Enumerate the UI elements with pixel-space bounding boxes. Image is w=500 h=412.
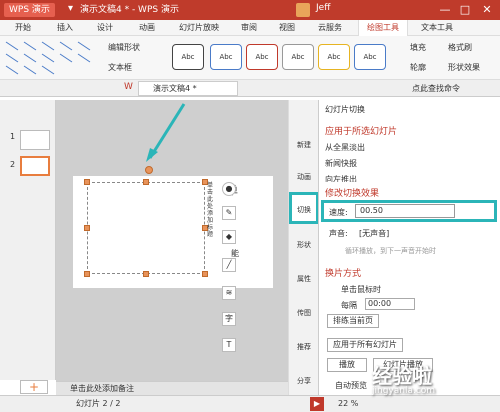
tab-animation[interactable]: 动画 (132, 20, 162, 36)
arrow-annotation-icon (146, 103, 186, 162)
nav-properties[interactable]: 属性 (289, 274, 319, 284)
format-brush-button[interactable]: 格式刷 (448, 42, 472, 53)
speed-label: 速度: (329, 208, 348, 217)
shape-style-4[interactable]: Abc (282, 44, 314, 70)
thumb-number-2: 2 (10, 160, 16, 169)
slide-thumbnail-1[interactable] (20, 130, 50, 150)
resize-handle[interactable] (84, 179, 90, 185)
shape-effect-button[interactable]: 形状效果 (448, 62, 480, 73)
maximize-button[interactable]: □ (456, 2, 474, 18)
nav-recommend[interactable]: 推荐 (289, 342, 319, 352)
fill-button[interactable]: 填充 (410, 42, 426, 53)
thumb-number-1: 1 (10, 132, 16, 141)
slide[interactable]: 单 单击此处添加标题 能 (73, 176, 273, 288)
apply-all-button[interactable]: 应用于所有幻灯片 (327, 338, 403, 352)
autopreview-checkbox[interactable]: 自动预览 (335, 380, 367, 391)
title-bar: WPS 演示 ▾ 演示文稿4 * - WPS 演示 Jeff — □ ✕ (0, 0, 500, 20)
close-button[interactable]: ✕ (478, 2, 496, 18)
resize-handle[interactable] (202, 271, 208, 277)
document-tab-bar: W 演示文稿4 * 点此查找命令 (0, 80, 500, 97)
avatar[interactable] (296, 3, 310, 17)
nav-transition[interactable]: 切换 (289, 192, 319, 224)
edit-shape-button[interactable]: 编辑形状 (108, 42, 140, 53)
side-nav: 新建 动画 切换 形状 属性 传图 推荐 分享 (288, 100, 319, 395)
every-input[interactable]: 00:00 (365, 298, 415, 310)
shape-style-3[interactable]: Abc (246, 44, 278, 70)
slide-counter: 幻灯片 2 / 2 (76, 399, 121, 408)
change-mode-heading: 换片方式 (325, 269, 362, 279)
minimize-button[interactable]: — (436, 2, 454, 18)
speed-input[interactable]: 00.50 (355, 204, 455, 218)
search-command-hint[interactable]: 点此查找命令 (412, 83, 460, 94)
sound-label: 声音: (329, 229, 348, 238)
rotate-handle[interactable] (145, 166, 153, 174)
user-name[interactable]: Jeff (316, 3, 330, 13)
shape-style-6[interactable]: Abc (354, 44, 386, 70)
effect-item[interactable]: 新闻快报 (325, 158, 357, 169)
tab-slideshow[interactable]: 幻灯片放映 (170, 20, 228, 36)
resize-handle[interactable] (143, 179, 149, 185)
notes-area[interactable]: 单击此处添加备注 (56, 381, 288, 395)
every-checkbox[interactable]: 每隔 (341, 300, 357, 311)
slide-thumbnail-panel: 1 2 + (0, 100, 56, 394)
tab-review[interactable]: 审阅 (234, 20, 264, 36)
app-logo[interactable]: WPS 演示 (4, 3, 55, 17)
tab-cloud[interactable]: 云服务 (310, 20, 350, 36)
shape-style-2[interactable]: Abc (210, 44, 242, 70)
nav-upload-image[interactable]: 传图 (289, 308, 319, 318)
tab-view[interactable]: 视图 (272, 20, 302, 36)
float-close-icon[interactable]: ● (222, 182, 236, 196)
nav-animation[interactable]: 动画 (289, 172, 319, 182)
nav-new[interactable]: 新建 (289, 140, 319, 150)
status-bar: 幻灯片 2 / 2 ▶ 22 % (0, 395, 500, 412)
fill-bucket-icon[interactable]: ◆ (222, 230, 236, 244)
resize-handle[interactable] (84, 271, 90, 277)
tab-design[interactable]: 设计 (90, 20, 120, 36)
watermark: 经验啦 (372, 364, 432, 388)
loop-checkbox[interactable]: 循环播放，到下一声音开始时 (345, 246, 436, 256)
modify-effect-heading: 修改切换效果 (325, 189, 380, 199)
resize-handle[interactable] (143, 271, 149, 277)
sound-select[interactable]: [无声音] (359, 228, 389, 239)
line-shapes-gallery[interactable] (4, 40, 96, 76)
ribbon: 编辑形状 文本框 Abc Abc Abc Abc Abc Abc 填充 格式刷 … (0, 36, 500, 80)
apply-selected-heading: 应用于所选幻灯片 (325, 127, 398, 137)
transition-task-pane: 幻灯片切换 应用于所选幻灯片 从全黑淡出 新闻快报 向左推出 修改切换效果 速度… (318, 100, 500, 395)
effect-item[interactable]: 从全黑淡出 (325, 142, 365, 153)
pane-title: 幻灯片切换 (325, 105, 365, 114)
add-slide-button[interactable]: + (20, 380, 48, 394)
tab-text-tools[interactable]: 文本工具 (412, 20, 462, 36)
dropdown-icon[interactable]: ▾ (68, 3, 73, 14)
text-fill-icon[interactable]: T (222, 338, 236, 352)
slide-thumbnail-2[interactable] (20, 156, 50, 176)
shape-style-5[interactable]: Abc (318, 44, 350, 70)
on-click-checkbox[interactable]: 单击鼠标时 (341, 284, 381, 295)
line-style-icon[interactable]: ╱ (222, 258, 236, 272)
vertical-title-text: 单击此处添加标题 (207, 182, 214, 238)
textbox-button[interactable]: 文本框 (108, 62, 132, 73)
edit-shape-icon[interactable]: ✎ (222, 206, 236, 220)
tab-drawing-tools[interactable]: 绘图工具 (358, 20, 408, 37)
tab-start[interactable]: 开始 (8, 20, 38, 36)
nav-shape[interactable]: 形状 (289, 240, 319, 250)
resize-handle[interactable] (84, 225, 90, 231)
watermark-url: jingyanla.com (372, 386, 436, 396)
outline-button[interactable]: 轮廓 (410, 62, 426, 73)
play-icon[interactable]: ▶ (310, 397, 324, 411)
selected-shape[interactable] (87, 182, 205, 274)
rehearse-button[interactable]: 排练当前页 (327, 314, 379, 328)
menu-bar: 开始 插入 设计 动画 幻灯片放映 审阅 视图 云服务 绘图工具 文本工具 (0, 20, 500, 37)
layers-icon[interactable]: ≋ (222, 286, 236, 300)
text-style-icon[interactable]: 字 (222, 312, 236, 326)
wps-home-icon[interactable]: W (124, 82, 133, 92)
nav-share[interactable]: 分享 (289, 376, 319, 386)
slide-canvas: 单 单击此处添加标题 能 ● ✎ ◆ ╱ ≋ 字 T (56, 100, 288, 381)
tab-document[interactable]: 演示文稿4 * (138, 81, 238, 96)
window-title: 演示文稿4 * - WPS 演示 (80, 5, 179, 15)
play-button[interactable]: 播放 (327, 358, 367, 372)
effect-item[interactable]: 向左推出 (325, 174, 357, 182)
tab-insert[interactable]: 插入 (50, 20, 80, 36)
shape-style-1[interactable]: Abc (172, 44, 204, 70)
zoom-level[interactable]: 22 % (338, 396, 358, 412)
